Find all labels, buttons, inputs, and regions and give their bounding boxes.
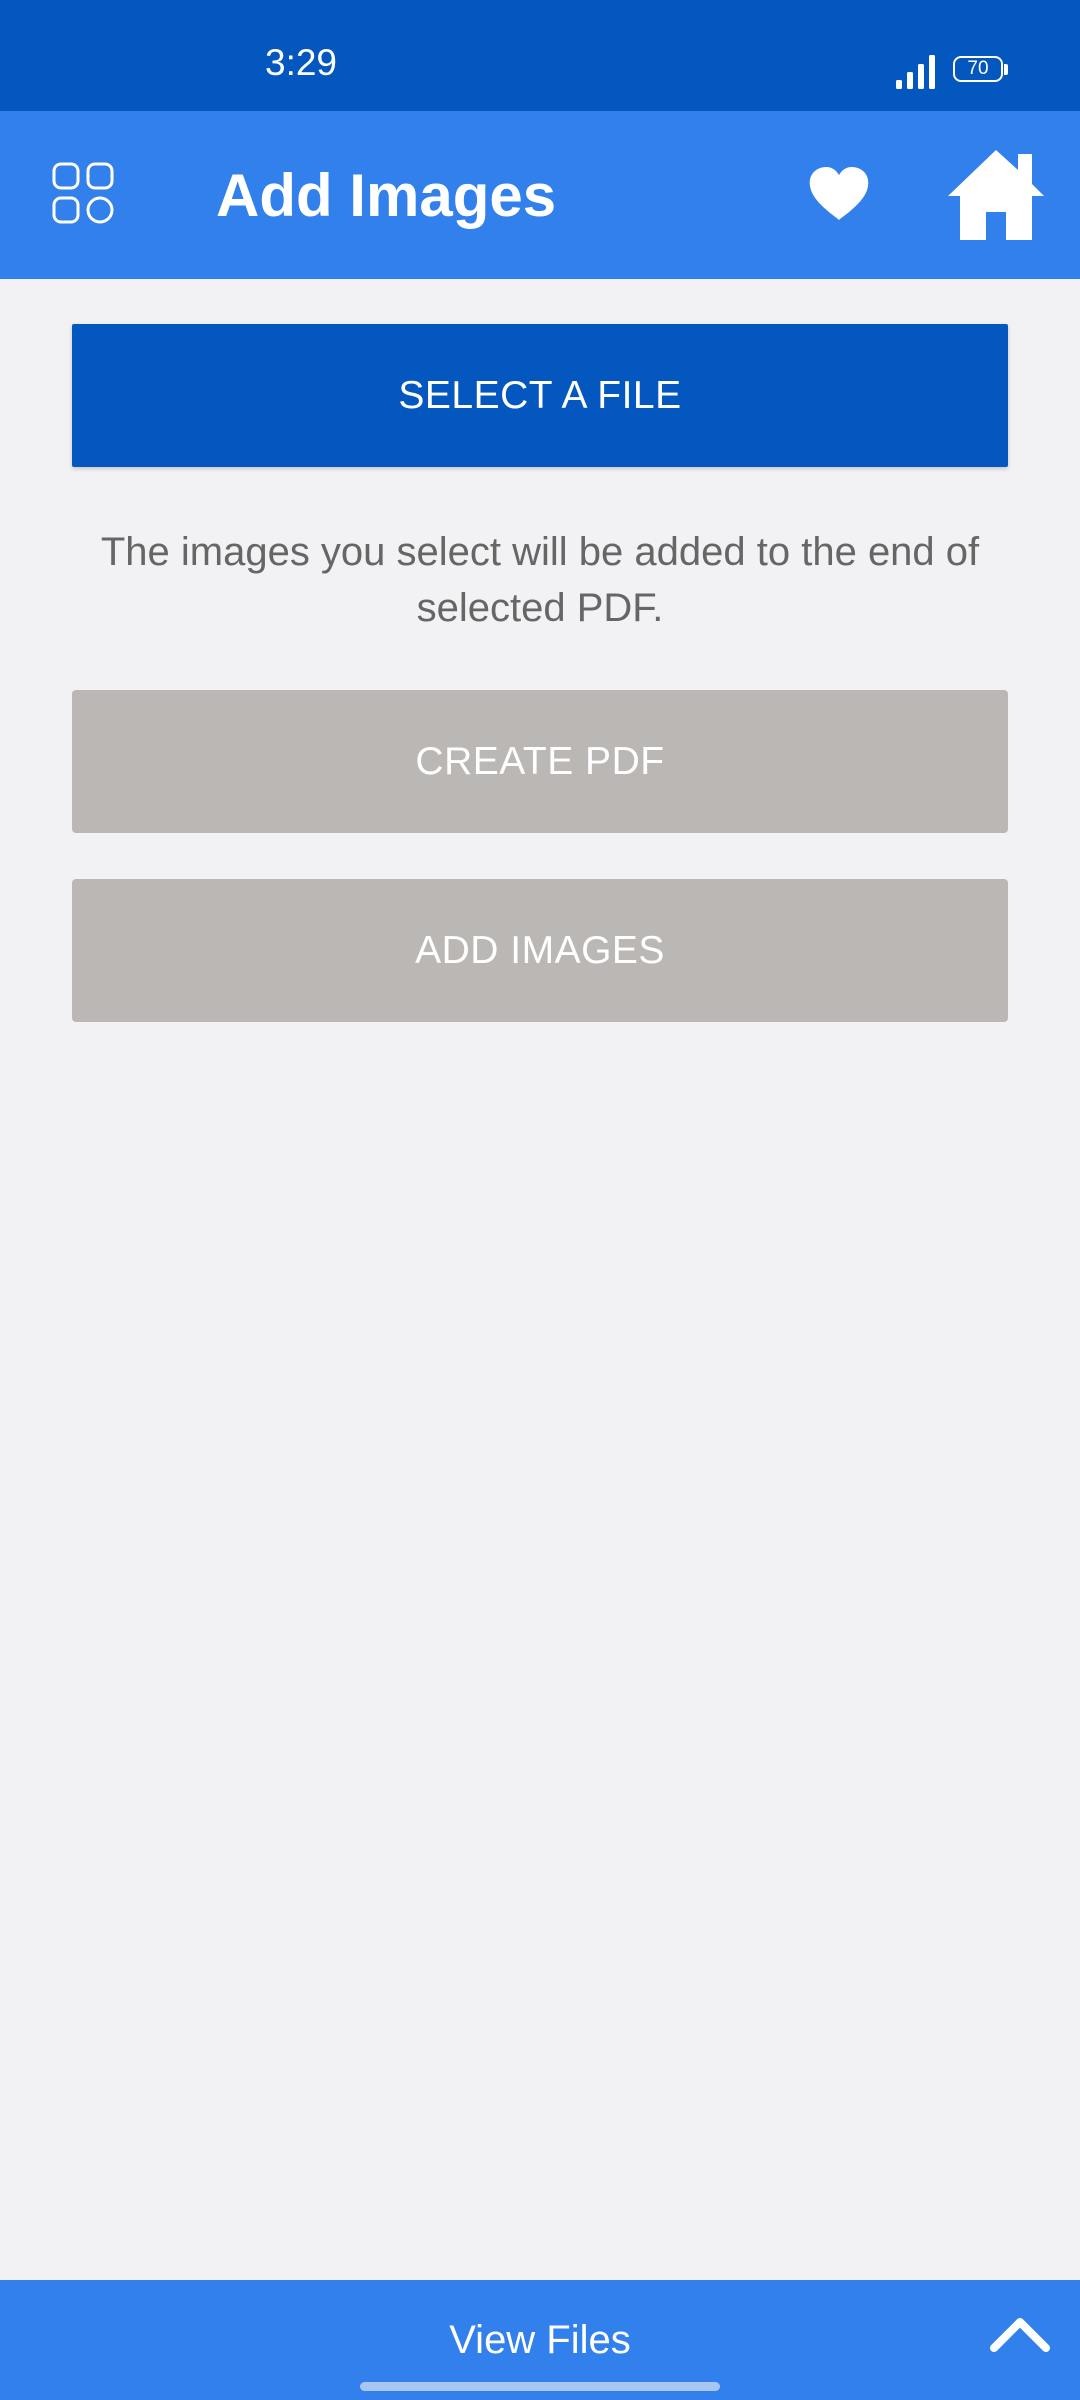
heart-icon[interactable] (808, 166, 870, 222)
home-icon[interactable] (946, 148, 1046, 242)
info-text: The images you select will be added to t… (100, 530, 980, 630)
grid-menu-icon[interactable] (52, 162, 114, 224)
app-bar: Add Images (0, 111, 1080, 279)
select-file-button[interactable]: SELECT A FILE (72, 324, 1008, 467)
chevron-up-icon[interactable] (988, 2314, 1052, 2354)
status-bar: 3:29 70 (0, 0, 1080, 111)
page-title: Add Images (216, 162, 557, 229)
battery-icon: 70 (953, 56, 1011, 86)
screen: 3:29 70 Add Images SELECT A FILE The ima… (0, 0, 1080, 2400)
status-time: 3:29 (265, 42, 338, 83)
signal-icon (896, 55, 935, 89)
battery-level: 70 (967, 58, 989, 79)
home-indicator[interactable] (360, 2382, 720, 2391)
create-pdf-button[interactable]: CREATE PDF (72, 690, 1008, 833)
add-images-button[interactable]: ADD IMAGES (72, 879, 1008, 1022)
